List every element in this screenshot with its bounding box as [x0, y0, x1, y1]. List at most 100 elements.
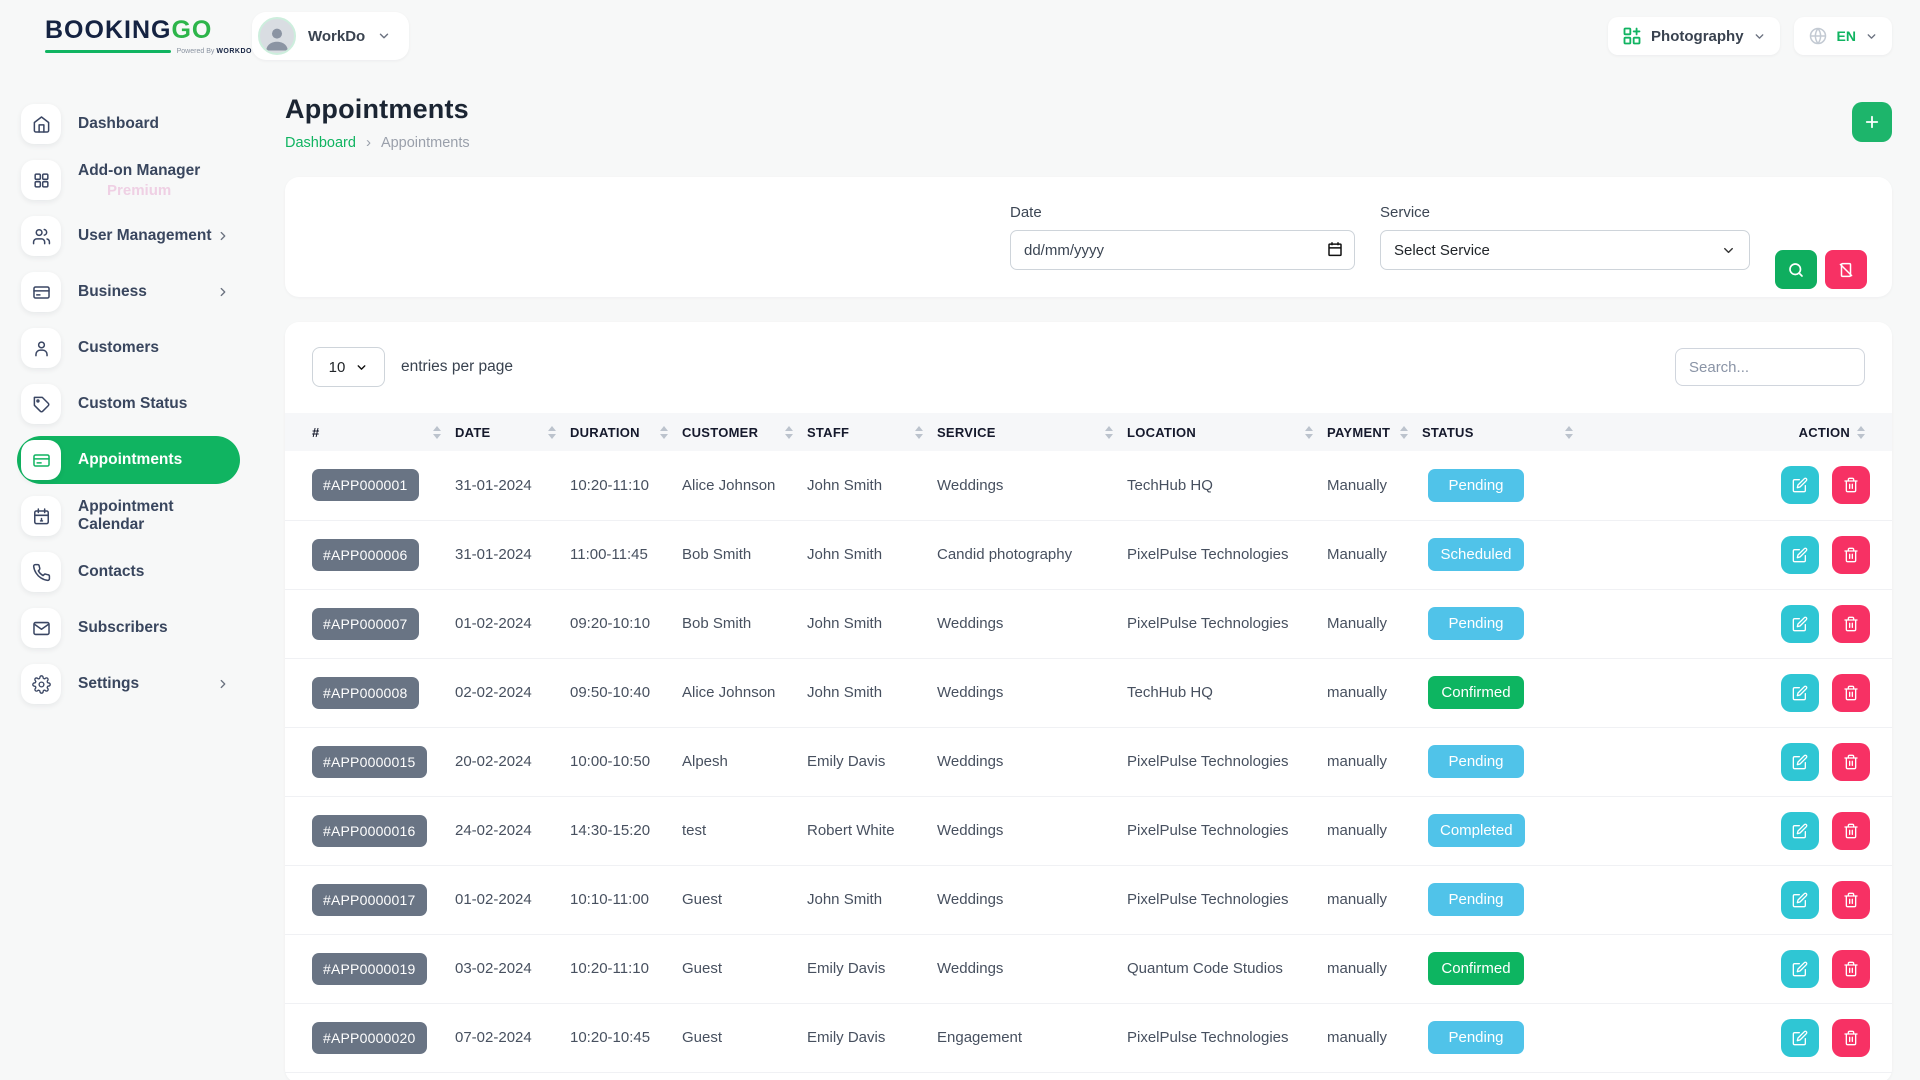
chevron-down-icon — [355, 361, 368, 374]
column-header-status[interactable]: STATUS — [1422, 425, 1474, 440]
sort-arrows-icon[interactable] — [1105, 426, 1113, 439]
plan-dropdown[interactable]: Photography — [1608, 17, 1780, 55]
delete-button[interactable] — [1832, 743, 1870, 781]
column-header-service[interactable]: SERVICE — [937, 425, 996, 440]
column-header-date[interactable]: DATE — [455, 425, 490, 440]
cell-customer: Guest — [682, 934, 807, 1003]
edit-button[interactable] — [1781, 743, 1819, 781]
edit-button[interactable] — [1781, 536, 1819, 574]
status-badge: Completed — [1428, 814, 1525, 847]
edit-button[interactable] — [1781, 812, 1819, 850]
sort-arrows-icon[interactable] — [915, 426, 923, 439]
sidebar-item-dashboard[interactable]: Dashboard — [17, 100, 240, 148]
workspace-dropdown[interactable]: WorkDo — [252, 12, 409, 60]
cell-payment: manually — [1327, 865, 1422, 934]
cell-customer: Bob Smith — [682, 589, 807, 658]
edit-button[interactable] — [1781, 674, 1819, 712]
delete-button[interactable] — [1832, 674, 1870, 712]
cell-payment: manually — [1327, 727, 1422, 796]
column-header-staff[interactable]: STAFF — [807, 425, 849, 440]
delete-button[interactable] — [1832, 536, 1870, 574]
sort-arrows-icon[interactable] — [548, 426, 556, 439]
sidebar-item-appointments[interactable]: Appointments — [17, 436, 240, 484]
clear-filter-icon — [1837, 261, 1855, 279]
appointment-id-badge: #APP000001 — [312, 469, 419, 501]
delete-button[interactable] — [1832, 1019, 1870, 1057]
delete-button[interactable] — [1832, 605, 1870, 643]
sidebar-item-subscribers[interactable]: Subscribers — [17, 604, 240, 652]
column-header-id[interactable]: # — [312, 425, 320, 440]
column-header-action[interactable]: ACTION — [1799, 425, 1850, 440]
cell-duration: 10:10-11:00 — [570, 865, 682, 934]
appointment-id-badge: #APP0000019 — [312, 953, 427, 985]
edit-button[interactable] — [1781, 1019, 1819, 1057]
delete-button[interactable] — [1832, 881, 1870, 919]
cell-duration: 09:50-10:40 — [570, 658, 682, 727]
logo-powered-by: Powered By WORKDO — [177, 48, 252, 55]
tag-icon — [21, 384, 61, 424]
edit-button[interactable] — [1781, 466, 1819, 504]
edit-button[interactable] — [1781, 950, 1819, 988]
status-badge: Pending — [1428, 745, 1524, 778]
edit-button[interactable] — [1781, 605, 1819, 643]
sort-arrows-icon[interactable] — [433, 426, 441, 439]
language-label: EN — [1837, 28, 1856, 44]
breadcrumb: Dashboard › Appointments — [285, 134, 470, 151]
sort-arrows-icon[interactable] — [1565, 426, 1573, 439]
delete-button[interactable] — [1832, 950, 1870, 988]
cell-service: Weddings — [937, 865, 1127, 934]
entries-per-page-select[interactable]: 10 — [312, 347, 385, 387]
apply-filter-button[interactable] — [1775, 250, 1817, 289]
delete-button[interactable] — [1832, 466, 1870, 504]
cell-date: 20-02-2024 — [455, 727, 570, 796]
column-header-payment[interactable]: PAYMENT — [1327, 425, 1390, 440]
sort-arrows-icon[interactable] — [1857, 426, 1865, 439]
delete-button[interactable] — [1832, 812, 1870, 850]
appointment-id-badge: #APP000008 — [312, 677, 419, 709]
cell-location: PixelPulse Technologies — [1127, 865, 1327, 934]
sort-arrows-icon[interactable] — [660, 426, 668, 439]
breadcrumb-separator: › — [366, 134, 371, 151]
chevron-down-icon — [1753, 30, 1766, 43]
calendar-icon — [21, 496, 61, 536]
appointments-table-card: 10 entries per page # — [285, 322, 1892, 1080]
column-header-duration[interactable]: DURATION — [570, 425, 640, 440]
add-appointment-button[interactable] — [1852, 102, 1892, 142]
trash-icon — [1843, 1030, 1859, 1046]
status-badge: Pending — [1428, 1021, 1524, 1054]
cell-duration: 10:20-10:45 — [570, 1003, 682, 1072]
sort-arrows-icon[interactable] — [1305, 426, 1313, 439]
premium-badge: Premium — [107, 182, 171, 199]
credit-card-icon — [21, 272, 61, 312]
cell-customer: test — [682, 796, 807, 865]
date-input[interactable] — [1010, 230, 1355, 270]
table-search-input[interactable] — [1675, 348, 1865, 386]
sort-arrows-icon[interactable] — [785, 426, 793, 439]
sidebar-item-business[interactable]: Business — [17, 268, 240, 316]
table-row: #APP000006 31-01-2024 11:00-11:45 Bob Sm… — [285, 520, 1892, 589]
table-row: #APP000008 02-02-2024 09:50-10:40 Alice … — [285, 658, 1892, 727]
sidebar-item-custom-status[interactable]: Custom Status — [17, 380, 240, 428]
service-select[interactable]: Select Service — [1380, 230, 1750, 270]
column-header-customer[interactable]: CUSTOMER — [682, 425, 758, 440]
appointment-id-badge: #APP000007 — [312, 608, 419, 640]
sidebar-item-contacts[interactable]: Contacts — [17, 548, 240, 596]
page-title: Appointments — [285, 94, 470, 125]
status-badge: Confirmed — [1428, 676, 1524, 709]
edit-button[interactable] — [1781, 881, 1819, 919]
reset-filter-button[interactable] — [1825, 250, 1867, 289]
sort-arrows-icon[interactable] — [1400, 426, 1408, 439]
column-header-location[interactable]: LOCATION — [1127, 425, 1196, 440]
language-dropdown[interactable]: EN — [1794, 17, 1892, 55]
trash-icon — [1843, 823, 1859, 839]
date-filter-label: Date — [1010, 204, 1355, 221]
globe-icon — [1808, 26, 1828, 46]
appointment-id-badge: #APP0000015 — [312, 746, 427, 778]
breadcrumb-dashboard-link[interactable]: Dashboard — [285, 135, 356, 151]
entries-per-page-label: entries per page — [401, 358, 513, 376]
sidebar-item-settings[interactable]: Settings — [17, 660, 240, 708]
sidebar-item-user-management[interactable]: User Management — [17, 212, 240, 260]
sidebar-item-appointment-calendar[interactable]: Appointment Calendar — [17, 492, 240, 540]
sidebar-item-customers[interactable]: Customers — [17, 324, 240, 372]
sidebar-item-addon-manager[interactable]: Add-on Manager Premium — [17, 156, 240, 204]
